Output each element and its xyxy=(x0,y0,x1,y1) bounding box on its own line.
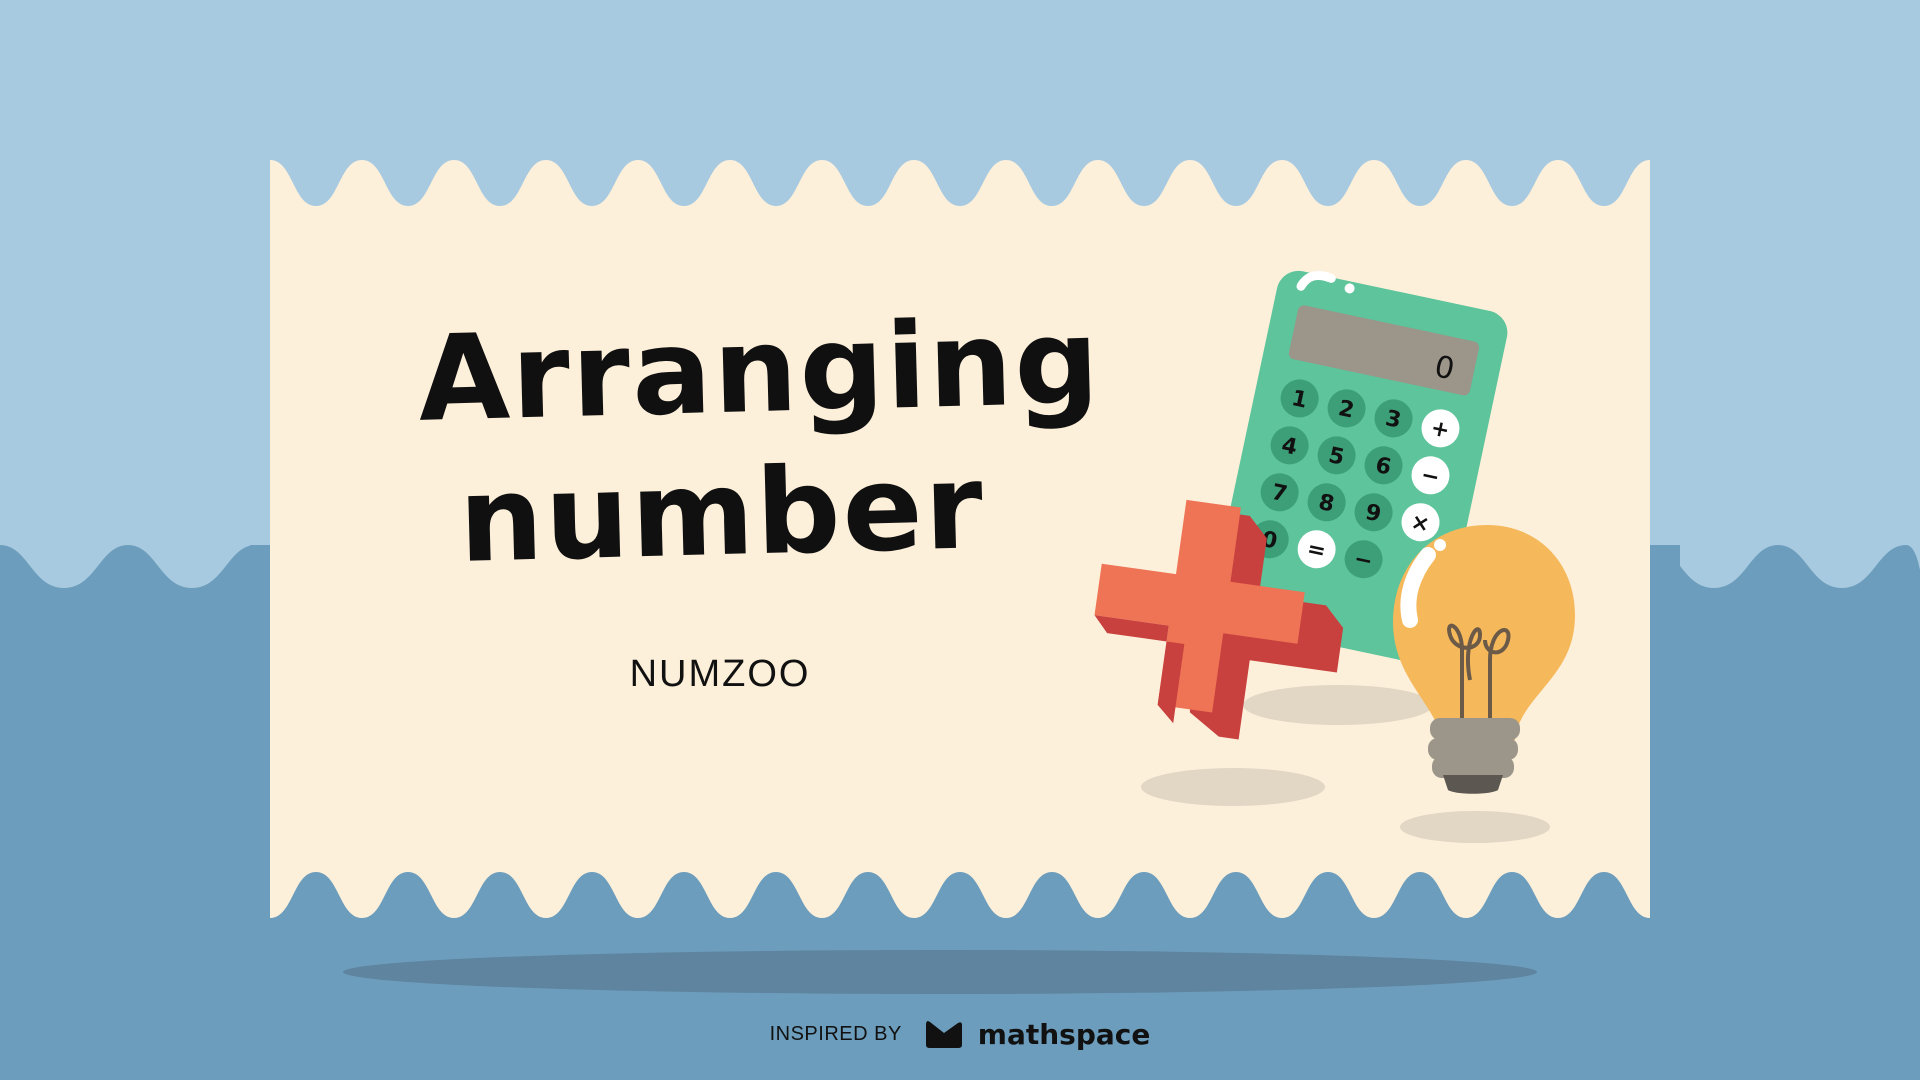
footer: INSPIRED BY mathspace xyxy=(0,1012,1920,1056)
inspired-by-label: INSPIRED BY xyxy=(769,1022,902,1045)
brand: mathspace xyxy=(924,1017,1151,1051)
brand-name: mathspace xyxy=(977,1017,1151,1051)
card-shadow xyxy=(343,950,1537,994)
subtitle: NUMZOO xyxy=(629,653,811,695)
title-line-2: number xyxy=(457,437,987,589)
slide-canvas: 0 1 2 3 +4 5 6−7 8 9 × 0 = − Arranging number NUMZO… xyxy=(0,0,1920,1080)
plus-shadow xyxy=(1141,768,1325,806)
sea-band xyxy=(0,545,256,1080)
page-title: Arranging number xyxy=(416,292,1103,592)
calculator-shadow xyxy=(1243,685,1433,725)
title-line-1: Arranging xyxy=(416,292,1103,448)
sea-band-right xyxy=(1650,545,1920,1080)
mathspace-logo-icon xyxy=(925,1021,962,1048)
bulb-shadow xyxy=(1400,811,1550,843)
